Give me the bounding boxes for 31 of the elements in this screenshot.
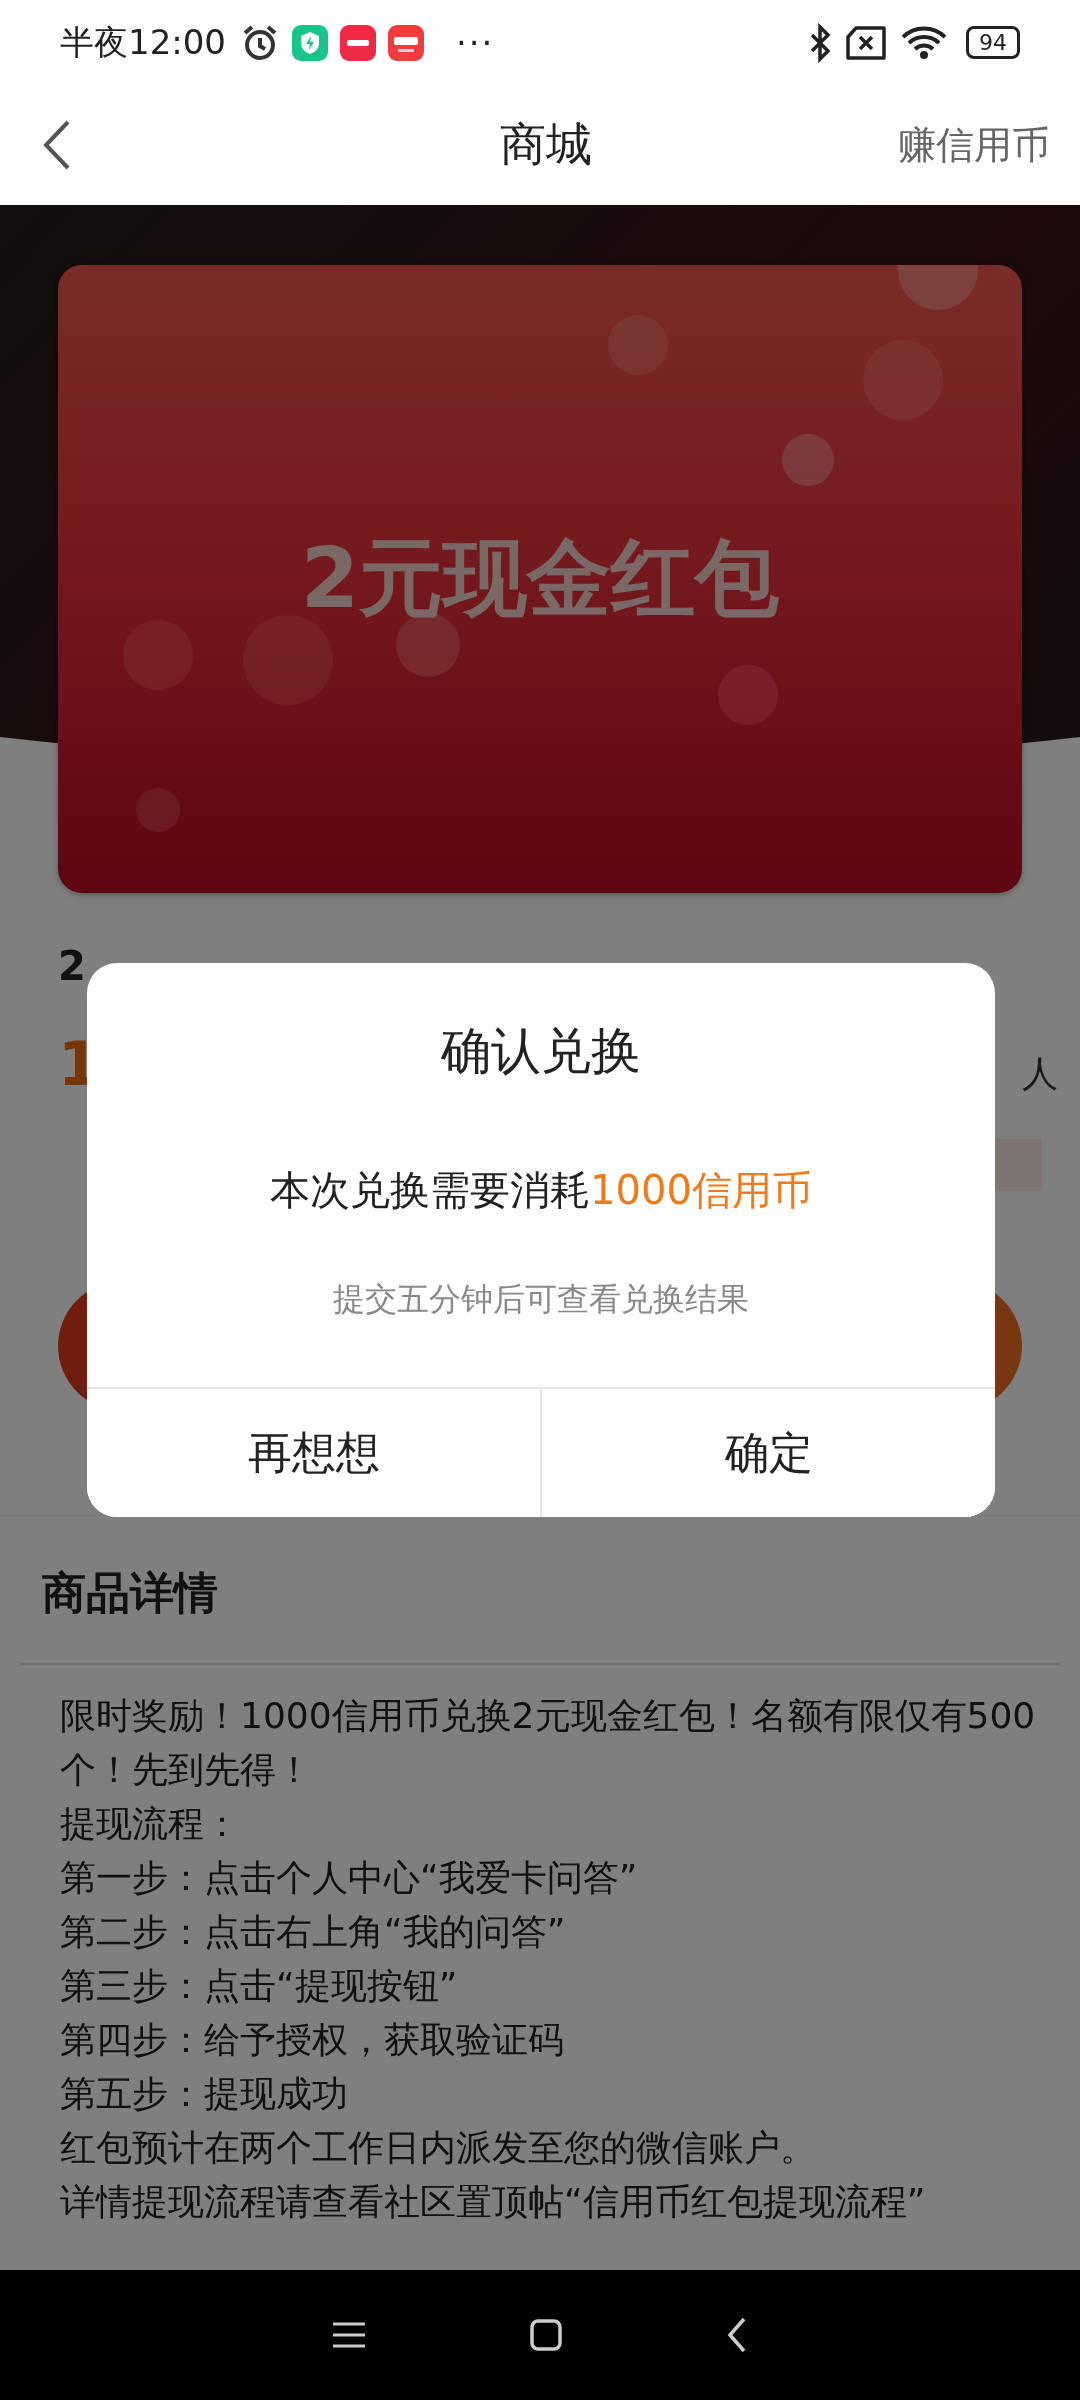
- detail-text: 红包预计在两个工作日内派发至您的微信账户。: [60, 2126, 817, 2170]
- no-sim-icon: [844, 24, 888, 61]
- detail-text: 第三步：点击“提现按钮”: [60, 1964, 459, 2008]
- more-notifications: ···: [456, 22, 495, 63]
- page-title: 商城: [500, 116, 592, 173]
- confirm-button[interactable]: 确定: [540, 1389, 995, 1517]
- detail-text: 第四步：给予授权，获取验证码: [60, 2018, 565, 2062]
- product-name: 2: [58, 943, 86, 989]
- dialog-title: 确认兑换: [441, 1021, 641, 1082]
- redeemed-count: 人: [1022, 1052, 1058, 1096]
- app-icon: [388, 24, 424, 61]
- detail-text: 提现流程：: [60, 1802, 241, 1846]
- app-icon: [340, 24, 376, 61]
- back-icon[interactable]: [42, 119, 72, 171]
- shield-app-icon: [292, 24, 328, 61]
- menu-icon[interactable]: [332, 2321, 365, 2349]
- detail-text: 详情提现流程请查看社区置顶帖“信用币红包提现流程”: [60, 2180, 927, 2224]
- wifi-icon: [900, 24, 948, 61]
- detail-text: 限时奖励！1000信用币兑换2元现金红包！名额有限仅有500个！先到先得！: [60, 1694, 1037, 1792]
- status-time: 半夜12:00: [60, 20, 226, 64]
- dialog-note: 提交五分钟后可查看兑换结果: [333, 1279, 749, 1320]
- dialog-message: 本次兑换需要消耗1000信用币: [270, 1166, 812, 1215]
- banner-title: 2元现金红包: [300, 528, 780, 629]
- bluetooth-icon: [808, 22, 832, 63]
- detail-text: 第一步：点击个人中心“我爱卡问答”: [60, 1856, 639, 1900]
- detail-text: 第二步：点击右上角“我的问答”: [60, 1910, 567, 1954]
- earn-credits-link[interactable]: 赚信用币: [898, 119, 1050, 171]
- back-icon[interactable]: [727, 2317, 748, 2353]
- battery-indicator: 94: [966, 26, 1020, 59]
- home-icon[interactable]: [530, 2319, 562, 2351]
- detail-text: 第五步：提现成功: [60, 2072, 349, 2116]
